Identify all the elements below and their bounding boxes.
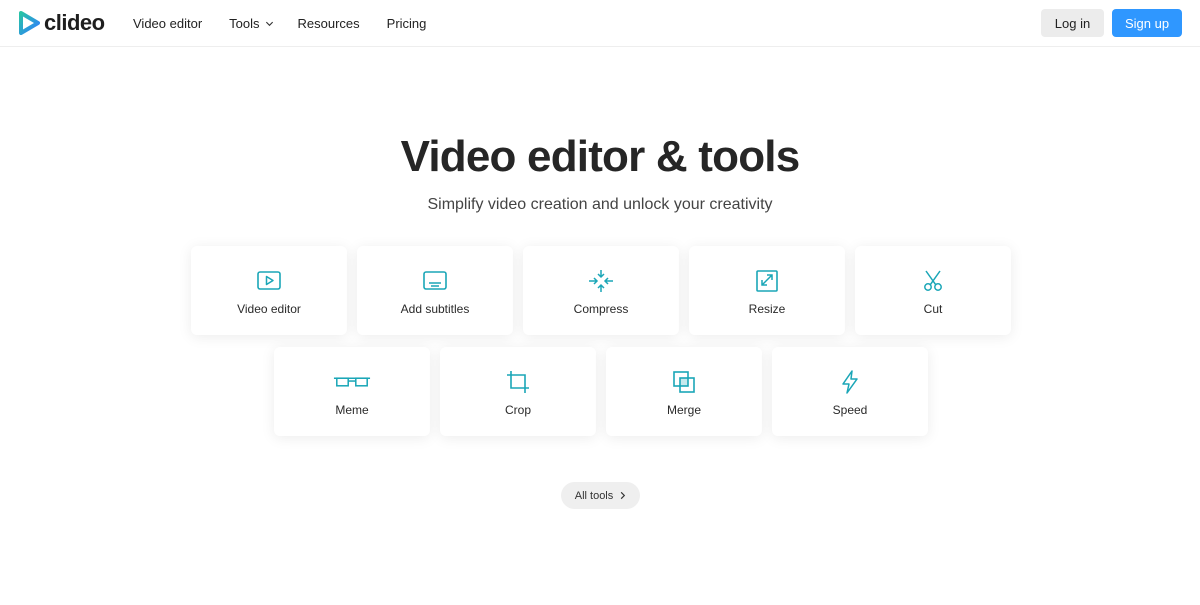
meme-icon	[333, 377, 371, 387]
tool-label: Resize	[748, 302, 786, 316]
lightning-icon	[842, 370, 858, 394]
tool-label: Meme	[335, 403, 369, 417]
tool-card-compress[interactable]: Compress	[523, 246, 679, 335]
tool-label: Crop	[504, 403, 531, 417]
nav-tools-label: Tools	[229, 15, 260, 31]
signup-button[interactable]: Sign up	[1112, 9, 1182, 37]
nav-pricing[interactable]: Pricing	[387, 16, 427, 31]
tool-card-video-editor[interactable]: Video editor	[191, 246, 347, 335]
logo-play-icon	[19, 11, 40, 35]
tool-label: Compress	[573, 302, 629, 316]
tool-card-meme[interactable]: Meme	[274, 347, 430, 436]
tool-card-crop[interactable]: Crop	[440, 347, 596, 436]
tool-card-resize[interactable]: Resize	[689, 246, 845, 335]
tool-card-cut[interactable]: Cut	[855, 246, 1011, 335]
page-title: Video editor & tools	[400, 132, 801, 181]
tool-card-add-subtitles[interactable]: Add subtitles	[357, 246, 513, 335]
chevron-down-icon	[265, 21, 273, 26]
tool-label: Add subtitles	[400, 302, 470, 316]
login-button[interactable]: Log in	[1041, 9, 1104, 37]
crop-icon	[507, 371, 529, 393]
nav-video-editor[interactable]: Video editor	[133, 16, 202, 31]
compress-icon	[589, 270, 613, 292]
logo-text: clideo	[44, 10, 105, 35]
tool-label: Merge	[666, 403, 701, 417]
resize-icon	[756, 270, 778, 292]
nav-resources[interactable]: Resources	[298, 16, 360, 31]
page-subtitle: Simplify video creation and unlock your …	[427, 196, 773, 213]
clideo-logo[interactable]: clideo	[18, 11, 105, 35]
play-screen-icon	[257, 271, 281, 290]
merge-icon	[673, 371, 695, 393]
nav-tools[interactable]: Tools	[229, 16, 273, 31]
tool-label: Speed	[832, 403, 868, 417]
tools-row-2: Meme Crop Merge Speed	[274, 347, 928, 436]
scissors-icon	[924, 270, 942, 291]
tool-card-speed[interactable]: Speed	[772, 347, 928, 436]
all-tools-label: All tools	[574, 489, 614, 502]
tool-label: Cut	[923, 302, 943, 316]
subtitles-icon	[423, 271, 447, 290]
chevron-right-icon	[621, 491, 626, 500]
tool-label: Video editor	[237, 302, 301, 316]
tool-card-merge[interactable]: Merge	[606, 347, 762, 436]
top-navigation-bar: clideo Video editor Tools Resources Pric…	[0, 0, 1200, 47]
main-nav: Video editor Tools Resources Pricing	[133, 0, 453, 46]
tools-row-1: Video editor Add subtitles Compress Resi…	[191, 246, 1011, 335]
all-tools-button[interactable]: All tools	[561, 482, 640, 509]
